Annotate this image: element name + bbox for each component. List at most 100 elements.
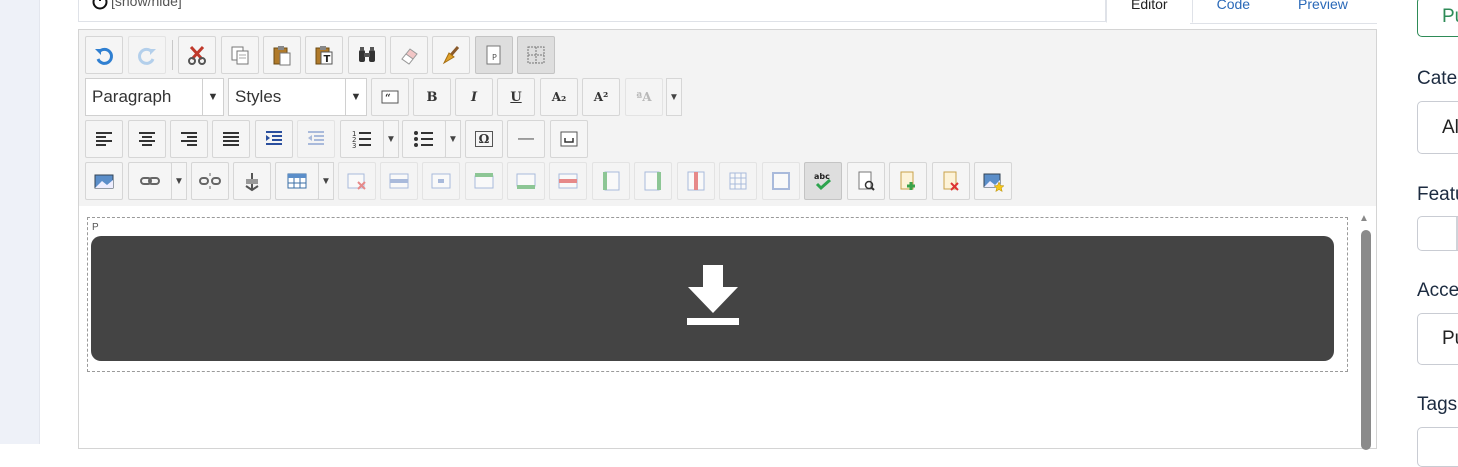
page-break-button[interactable]: P	[475, 36, 513, 74]
remove-template-button[interactable]	[932, 162, 970, 200]
insert-row-before-button[interactable]	[465, 162, 503, 200]
blockquote-button[interactable]: “	[371, 78, 409, 116]
status-select[interactable]: Pu	[1417, 0, 1458, 37]
delete-table-button[interactable]	[338, 162, 376, 200]
blockquote-icon: “	[379, 86, 401, 108]
insert-template-button[interactable]	[889, 162, 927, 200]
insert-col-after-button[interactable]	[634, 162, 672, 200]
eraser-button[interactable]	[390, 36, 428, 74]
chevron-down-icon: ▼	[386, 133, 396, 145]
bullet-list-icon	[413, 128, 435, 150]
tab-code[interactable]: Code	[1193, 0, 1274, 24]
paste-text-icon: T	[313, 44, 335, 66]
insert-col-after-icon	[642, 170, 664, 192]
subscript-button[interactable]: A₂	[540, 78, 578, 116]
show-hide-toggle[interactable]: [show/hide]	[91, 0, 182, 10]
download-icon	[686, 265, 740, 332]
delete-row-button[interactable]	[549, 162, 587, 200]
redo-button[interactable]	[128, 36, 166, 74]
cleanup-button[interactable]	[432, 36, 470, 74]
cell-properties-button[interactable]	[422, 162, 460, 200]
merge-cells-button[interactable]	[762, 162, 800, 200]
tags-input[interactable]	[1417, 427, 1458, 467]
align-justify-button[interactable]	[212, 120, 250, 158]
paragraph-block[interactable]: P	[87, 217, 1348, 372]
spellcheck-button[interactable]: abc	[804, 162, 842, 200]
preview-button[interactable]	[847, 162, 885, 200]
tags-label: Tags	[1417, 394, 1458, 415]
paste-icon	[271, 44, 293, 66]
row-properties-button[interactable]	[380, 162, 418, 200]
cut-button[interactable]	[178, 36, 216, 74]
undo-icon	[93, 44, 115, 66]
cut-icon	[186, 44, 208, 66]
tab-editor[interactable]: Editor	[1106, 0, 1193, 23]
format-select[interactable]: Paragraph ▼	[85, 78, 224, 116]
bullet-list-button[interactable]	[402, 120, 446, 158]
unlink-button[interactable]	[191, 162, 229, 200]
svg-text:T: T	[324, 54, 331, 65]
numbered-list-dropdown[interactable]: ▼	[383, 120, 399, 158]
align-justify-icon	[220, 128, 242, 150]
align-right-icon	[178, 128, 200, 150]
text-case-button[interactable]: ªA	[625, 78, 663, 116]
superscript-button[interactable]: A²	[582, 78, 620, 116]
align-left-button[interactable]	[85, 120, 123, 158]
text-case-dropdown[interactable]: ▼	[666, 78, 682, 116]
bold-button[interactable]: B	[413, 78, 451, 116]
subscript-icon: A₂	[551, 90, 567, 104]
visual-aid-button[interactable]	[517, 36, 555, 74]
horizontal-rule-button[interactable]: —	[507, 120, 545, 158]
scroll-up-icon[interactable]: ▲	[1359, 213, 1369, 224]
access-select[interactable]: Pu	[1417, 313, 1458, 365]
svg-text:P: P	[492, 53, 497, 62]
scrollbar-thumb[interactable]	[1361, 230, 1371, 450]
category-select[interactable]: Al	[1417, 101, 1458, 154]
numbered-list-button[interactable]: 123	[340, 120, 384, 158]
access-label: Acce	[1417, 280, 1458, 301]
nonbreaking-space-button[interactable]	[550, 120, 588, 158]
row-properties-icon	[388, 170, 410, 192]
editor-tabs: Editor Code Preview	[1106, 0, 1372, 24]
find-button[interactable]	[348, 36, 386, 74]
omega-icon: Ω	[474, 131, 494, 147]
undo-button[interactable]	[85, 36, 123, 74]
tab-underline	[1190, 23, 1377, 24]
featured-toggle[interactable]	[1417, 216, 1458, 251]
split-cells-icon	[727, 170, 749, 192]
styles-select-value: Styles	[235, 87, 282, 106]
show-hide-label: [show/hide]	[111, 0, 182, 9]
outdent-button[interactable]	[297, 120, 335, 158]
insert-row-after-button[interactable]	[507, 162, 545, 200]
italic-icon: I	[470, 89, 478, 105]
link-dropdown[interactable]: ▼	[171, 162, 187, 200]
insert-table-button[interactable]	[275, 162, 319, 200]
paste-button[interactable]	[263, 36, 301, 74]
download-bar[interactable]	[91, 236, 1334, 361]
table-dropdown[interactable]: ▼	[318, 162, 334, 200]
image-icon	[93, 170, 115, 192]
delete-col-button[interactable]	[677, 162, 715, 200]
editor-content-area[interactable]: P ▲	[79, 206, 1376, 450]
insert-image-button[interactable]	[85, 162, 123, 200]
underline-button[interactable]: U	[497, 78, 535, 116]
tab-preview[interactable]: Preview	[1274, 0, 1372, 24]
bullet-list-dropdown[interactable]: ▼	[445, 120, 461, 158]
anchor-button[interactable]	[233, 162, 271, 200]
paste-text-button[interactable]: T	[305, 36, 343, 74]
copy-button[interactable]	[221, 36, 259, 74]
format-select-value: Paragraph	[92, 87, 172, 106]
styles-select[interactable]: Styles ▼	[228, 78, 367, 116]
underline-icon: U	[510, 89, 522, 105]
special-char-button[interactable]: Ω	[465, 120, 503, 158]
align-center-button[interactable]	[128, 120, 166, 158]
italic-button[interactable]: I	[455, 78, 493, 116]
insert-link-button[interactable]	[128, 162, 172, 200]
media-button[interactable]	[974, 162, 1012, 200]
table-icon	[286, 170, 308, 192]
insert-col-before-button[interactable]	[592, 162, 630, 200]
editor-toolbar: T P Paragraph ▼ Styles ▼ “ B I U A₂ A² ª…	[79, 30, 1376, 207]
split-cells-button[interactable]	[719, 162, 757, 200]
align-right-button[interactable]	[170, 120, 208, 158]
indent-button[interactable]	[255, 120, 293, 158]
